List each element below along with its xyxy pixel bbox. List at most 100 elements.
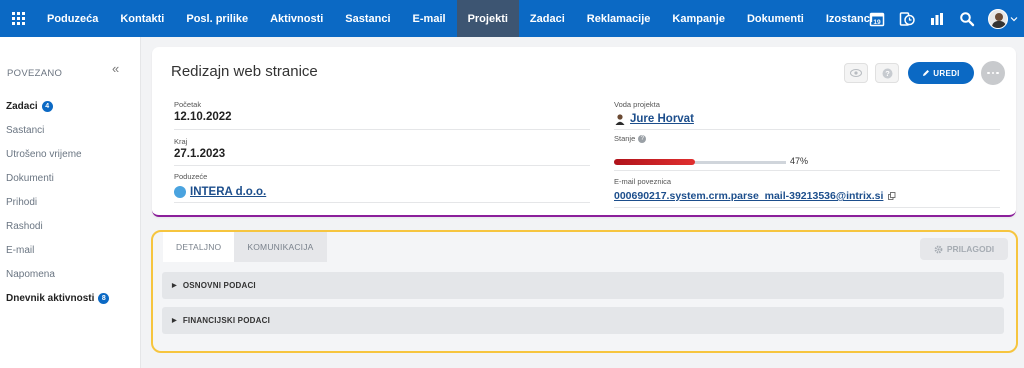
section-financijski-podaci[interactable]: ▶ FINANCIJSKI PODACI [162,307,1004,334]
company-label: Poduzeće [174,172,208,181]
email-link[interactable]: 000690217.system.crm.parse_mail-39213536… [614,190,883,202]
sidebar-item-label: Prihodi [6,197,38,208]
end-date-value: 27.1.2023 [174,148,226,160]
chevron-down-icon[interactable] [1010,15,1018,23]
email-link-label: E-mail poveznica [614,177,672,186]
sidebar-item-label: E-mail [6,245,35,256]
more-options-button[interactable] [981,61,1005,85]
sidebar-item-label: Sastanci [6,125,45,136]
page-title: Redizajn web stranice [171,63,318,80]
details-panel: DETALJNO KOMUNIKACIJA PRILAGODI ▶ OSNOVN… [151,230,1018,353]
tab-komunikacija[interactable]: KOMUNIKACIJA [234,232,327,262]
nav-item-projekti[interactable]: Projekti [456,0,519,37]
timer-icon[interactable] [892,0,922,37]
section-label: FINANCIJSKI PODACI [182,316,270,325]
sidebar-item-label: Dnevnik aktivnosti [6,293,95,304]
sidebar-item-sastanci[interactable]: Sastanci [6,125,44,136]
gear-icon [934,245,943,253]
nav-item-sastanci[interactable]: Sastanci [334,0,401,37]
sidebar-item-utroseno-vrijeme[interactable]: Utrošeno vrijeme [6,149,82,160]
status-label: Stanje [614,134,636,143]
section-osnovni-podaci[interactable]: ▶ OSNOVNI PODACI [162,272,1004,299]
divider [614,207,1000,208]
calendar-day: 19 [873,19,881,26]
collapse-sidebar-icon[interactable]: « [112,61,119,76]
project-lead-field: Jure Horvat [614,113,694,125]
nav-menu: Poduzeća Kontakti Posl. prilike Aktivnos… [36,0,884,37]
sidebar-item-zadaci[interactable]: Zadaci 4 [6,101,53,112]
customize-button[interactable]: PRILAGODI [920,238,1008,260]
caret-right-icon: ▶ [172,283,177,289]
sidebar-item-label: Rashodi [6,221,43,232]
top-navigation: Poduzeća Kontakti Posl. prilike Aktivnos… [0,0,1024,37]
progress-fill [614,159,695,165]
edit-button[interactable]: UREDI [908,62,974,84]
dot [987,71,990,75]
count-badge: 4 [41,101,53,112]
progress-percent: 47% [790,156,809,166]
watch-button[interactable] [844,63,868,83]
person-avatar-icon [615,114,625,125]
calendar-icon[interactable]: 19 [862,0,892,37]
sidebar-item-label: Zadaci [6,101,38,112]
tab-detaljno[interactable]: DETALJNO [163,232,235,262]
project-header-card: Redizajn web stranice ? UREDI Početak 12… [152,47,1016,217]
edit-button-label: UREDI [933,68,960,78]
start-date-label: Početak [174,100,202,109]
nav-item-posl-prilike[interactable]: Posl. prilike [175,0,259,37]
divider [174,129,590,130]
divider [614,129,1000,130]
question-icon: ? [882,68,892,78]
company-logo-icon [174,186,186,198]
divider [174,202,590,203]
copy-icon[interactable] [888,192,896,201]
sidebar-item-napomena[interactable]: Napomena [6,269,55,280]
sidebar-heading: POVEZANO [7,68,63,79]
pencil-icon [923,70,930,76]
apps-grid-icon[interactable] [0,0,36,37]
sidebar-item-prihodi[interactable]: Prihodi [6,197,37,208]
nav-item-poduzeca[interactable]: Poduzeća [36,0,109,37]
nav-item-reklamacije[interactable]: Reklamacije [576,0,662,37]
caret-right-icon: ▶ [172,318,177,324]
nav-item-e-mail[interactable]: E-mail [402,0,457,37]
help-button[interactable]: ? [875,63,899,83]
nav-tools: 19 [862,0,1024,37]
customize-button-label: PRILAGODI [946,244,995,254]
sidebar-item-label: Dokumenti [6,173,54,184]
company-field: INTERA d.o.o. [174,186,266,198]
nav-item-kontakti[interactable]: Kontakti [109,0,175,37]
sidebar-item-e-mail[interactable]: E-mail [6,245,34,256]
tab-bar: DETALJNO KOMUNIKACIJA [163,232,327,262]
nav-item-kampanje[interactable]: Kampanje [661,0,736,37]
nav-item-aktivnosti[interactable]: Aktivnosti [259,0,334,37]
chart-icon[interactable] [922,0,952,37]
nav-item-zadaci[interactable]: Zadaci [519,0,576,37]
svg-text:?: ? [885,69,890,78]
avatar[interactable] [988,8,1008,29]
project-lead-link[interactable]: Jure Horvat [630,113,694,125]
email-link-field: 000690217.system.crm.parse_mail-39213536… [614,190,896,202]
count-badge: 8 [98,293,110,304]
status-label-wrap: Stanje? [614,134,647,144]
start-date-value: 12.10.2022 [174,111,232,123]
dot [991,71,995,75]
sidebar-item-label: Utrošeno vrijeme [6,149,82,160]
eye-icon [850,69,862,77]
nav-item-dokumenti[interactable]: Dokumenti [736,0,815,37]
help-icon[interactable]: ? [638,135,647,144]
company-link[interactable]: INTERA d.o.o. [190,186,266,198]
project-lead-label: Voda projekta [614,100,660,109]
end-date-label: Kraj [174,137,188,146]
sidebar-item-rashodi[interactable]: Rashodi [6,221,43,232]
related-sidebar: POVEZANO « Zadaci 4 Sastanci Utrošeno vr… [0,37,141,368]
section-label: OSNOVNI PODACI [182,281,256,290]
divider [614,170,1000,171]
sidebar-item-dnevnik-aktivnosti[interactable]: Dnevnik aktivnosti 8 [6,293,110,304]
user-menu[interactable] [988,8,1018,29]
search-icon[interactable] [952,0,982,37]
dot [996,71,999,75]
sidebar-item-label: Napomena [6,269,55,280]
sidebar-item-dokumenti[interactable]: Dokumenti [6,173,54,184]
divider [174,165,590,166]
